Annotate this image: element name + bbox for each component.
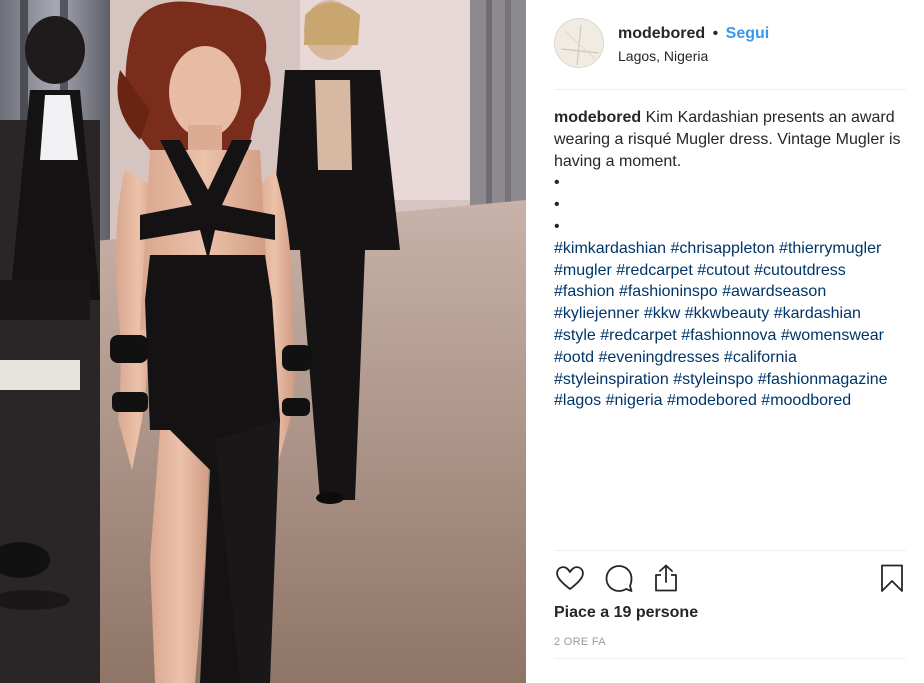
hashtag-link[interactable]: #thierrymugler [779, 240, 881, 257]
hashtag-link[interactable]: #fashioninspo [619, 283, 718, 300]
hashtag-link[interactable]: #mugler [554, 262, 612, 279]
hashtag-link[interactable]: #fashion [554, 283, 615, 300]
post-photo[interactable] [0, 0, 526, 683]
caption-bullet: • [554, 217, 560, 235]
hashtag-link[interactable]: #nigeria [606, 392, 663, 409]
hashtag-link[interactable]: #kkw [644, 305, 680, 322]
post-caption: modebored Kim Kardashian presents an awa… [554, 107, 906, 412]
hashtag-link[interactable]: #chrisappleton [671, 240, 775, 257]
hashtag-link[interactable]: #womenswear [781, 327, 884, 344]
caption-bullet: • [554, 196, 560, 214]
hashtag-link[interactable]: #kyliejenner [554, 305, 639, 322]
footer-divider [554, 658, 906, 659]
hashtag-link[interactable]: #kimkardashian [554, 240, 666, 257]
share-button[interactable] [650, 562, 682, 594]
likes-count[interactable]: Piace a 19 persone [554, 604, 698, 622]
share-icon [655, 564, 677, 592]
hashtag-link[interactable]: #kardashian [774, 305, 861, 322]
follow-button[interactable]: Segui [726, 25, 770, 42]
hashtag-link[interactable]: #redcarpet [600, 327, 677, 344]
post-header: modebored • Segui Lagos, Nigeria [554, 18, 904, 74]
caption-bullet: • [554, 174, 560, 192]
comment-button[interactable] [603, 562, 635, 594]
hashtag-link[interactable]: #moodbored [761, 392, 851, 409]
header-divider [554, 89, 906, 90]
post-side-panel: modebored • Segui Lagos, Nigeria modebor… [526, 0, 924, 683]
comment-icon [605, 565, 633, 592]
username-link[interactable]: modebored [618, 25, 705, 42]
hashtag-link[interactable]: #california [724, 349, 797, 366]
post-actions [554, 562, 906, 596]
avatar-image [555, 19, 603, 67]
hashtag-link[interactable]: #fashionmagazine [758, 371, 888, 388]
header-line: modebored • Segui [618, 25, 769, 43]
caption-divider [554, 550, 906, 551]
hashtag-link[interactable]: #cutoutdress [754, 262, 846, 279]
runway-photo-illustration [0, 0, 526, 683]
hashtag-link[interactable]: #fashionnova [681, 327, 776, 344]
bookmark-icon [881, 564, 903, 592]
hashtag-list: #kimkardashian #chrisappleton #thierrymu… [554, 238, 906, 412]
hashtag-link[interactable]: #styleinspiration [554, 371, 669, 388]
heart-icon [556, 566, 584, 590]
hashtag-link[interactable]: #redcarpet [616, 262, 693, 279]
save-button[interactable] [876, 562, 908, 594]
caption-username[interactable]: modebored [554, 109, 641, 126]
hashtag-link[interactable]: #kkwbeauty [685, 305, 770, 322]
hashtag-link[interactable]: #ootd [554, 349, 594, 366]
separator-dot: • [712, 25, 719, 42]
avatar[interactable] [554, 18, 604, 68]
hashtag-link[interactable]: #cutout [697, 262, 749, 279]
hashtag-link[interactable]: #lagos [554, 392, 601, 409]
post-timestamp[interactable]: 2 ORE FA [554, 636, 606, 648]
hashtag-link[interactable]: #styleinspo [673, 371, 753, 388]
location-link[interactable]: Lagos, Nigeria [618, 48, 708, 64]
hashtag-link[interactable]: #style [554, 327, 596, 344]
hashtag-link[interactable]: #awardseason [722, 283, 826, 300]
hashtag-link[interactable]: #modebored [667, 392, 757, 409]
hashtag-link[interactable]: #eveningdresses [599, 349, 720, 366]
like-button[interactable] [554, 562, 586, 594]
